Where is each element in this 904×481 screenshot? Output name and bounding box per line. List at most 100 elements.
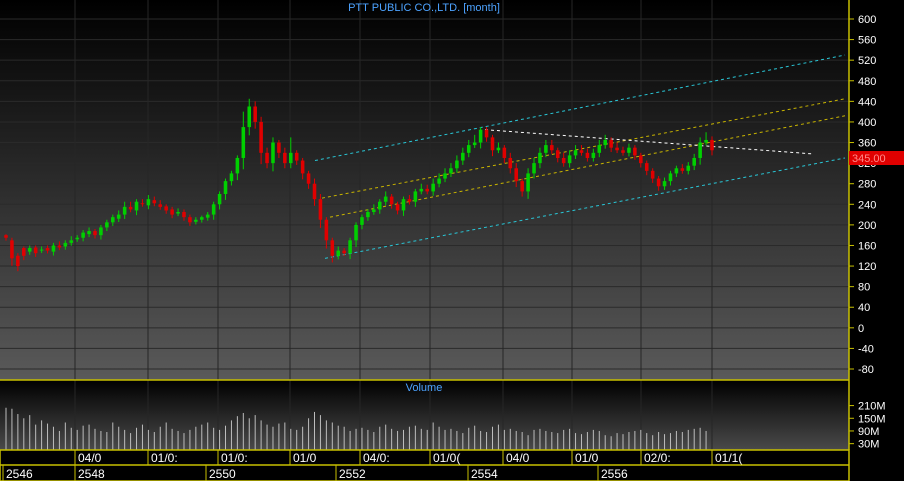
candle-body	[633, 147, 637, 156]
candle-body	[668, 173, 673, 182]
date-tick-label-upper: 04/0:	[363, 451, 390, 465]
candle-body	[253, 106, 257, 122]
candle-body	[330, 240, 335, 256]
candle-body	[111, 217, 115, 223]
candle-body	[229, 173, 234, 182]
candle-body	[105, 222, 109, 228]
price-tick-label: 360	[858, 138, 876, 150]
candle-body	[288, 152, 293, 164]
candle-body	[472, 142, 477, 146]
price-tick-label: 0	[858, 323, 864, 335]
candle-body	[4, 235, 8, 238]
date-tick-label-upper: 04/0	[506, 451, 530, 465]
candle-body	[188, 217, 192, 223]
candle-body	[656, 178, 661, 187]
candle-body	[496, 147, 501, 151]
date-tick-label-upper: 01/0:	[221, 451, 248, 465]
candle-body	[16, 255, 20, 267]
candle-body	[650, 170, 655, 179]
date-tick-label-upper: 01/0:	[151, 451, 178, 465]
candle-body	[93, 231, 97, 236]
candle-body	[490, 137, 495, 151]
volume-tick-label: 150M	[858, 413, 886, 425]
candle-body	[478, 129, 483, 143]
candle-body	[336, 250, 341, 256]
date-tick-label-upper: 01/0	[575, 451, 599, 465]
candle-body	[538, 152, 542, 164]
price-tick-label: 600	[858, 14, 876, 26]
candle-body	[360, 217, 364, 225]
candle-body	[704, 139, 708, 143]
candle-body	[152, 200, 157, 204]
year-tick-label: 2556	[601, 467, 628, 481]
candle-body	[502, 147, 507, 158]
candle-body	[526, 173, 530, 192]
candle-body	[437, 178, 441, 184]
candle-body	[176, 212, 180, 214]
candle-body	[680, 168, 685, 171]
volume-tick-label: 210M	[858, 401, 886, 413]
candle-body	[10, 240, 14, 259]
chart-title: PTT PUBLIC CO.,LTD. [month]	[348, 2, 500, 14]
candle-body	[366, 212, 370, 218]
candle-body	[431, 183, 435, 192]
candle-body	[241, 127, 246, 158]
candle-body	[283, 152, 287, 164]
candle-body	[692, 157, 696, 166]
candle-body	[182, 212, 186, 218]
candle-body	[627, 147, 631, 153]
candle-body	[567, 155, 572, 164]
candle-body	[585, 152, 590, 158]
candle-body	[200, 217, 204, 220]
candle-body	[698, 142, 702, 158]
candle-body	[609, 139, 613, 148]
candle-body	[306, 173, 311, 184]
candle-body	[573, 150, 578, 156]
date-tick-label-upper: 01/0	[293, 451, 317, 465]
candle-body	[484, 129, 489, 138]
date-tick-label-upper: 04/0	[78, 451, 102, 465]
candle-body	[87, 231, 91, 235]
candle-body	[395, 204, 400, 211]
candle-body	[45, 248, 50, 251]
candle-body	[164, 206, 168, 211]
price-tick-label: -40	[858, 343, 874, 355]
candle-body	[57, 245, 62, 248]
candle-body	[407, 199, 412, 202]
candle-body	[128, 206, 133, 210]
candle-body	[710, 139, 714, 151]
candle-body	[39, 249, 44, 251]
candle-body	[33, 247, 38, 254]
candle-body	[443, 173, 447, 179]
candle-body	[561, 157, 566, 164]
candle-body	[217, 194, 222, 205]
candle-body	[377, 201, 382, 210]
chart-canvas: PTT PUBLIC CO.,LTD. [month] Volume 600 56…	[0, 0, 904, 481]
price-tick-label: 440	[858, 96, 876, 108]
candle-body	[140, 203, 145, 205]
price-tick-label: 240	[858, 199, 876, 211]
candle-body	[579, 150, 584, 153]
candle-body	[389, 196, 394, 205]
candle-body	[686, 165, 691, 171]
price-tick-label: 560	[858, 35, 876, 47]
year-tick-label: 2550	[209, 467, 236, 481]
volume-tick-label: 30M	[858, 439, 879, 451]
candle-body	[413, 191, 418, 202]
candle-body	[300, 160, 305, 174]
price-tick-label: 40	[858, 302, 870, 314]
last-price-label: 345.00	[852, 153, 886, 165]
candle-body	[591, 152, 596, 158]
year-tick-label: 2552	[339, 467, 366, 481]
candle-body	[265, 152, 269, 164]
candle-body	[544, 145, 548, 153]
candle-body	[639, 155, 643, 164]
candle-body	[294, 152, 299, 161]
candle-body	[455, 160, 459, 169]
candle-body	[63, 242, 68, 247]
candle-body	[99, 227, 103, 236]
last-price-marker: 345.00	[849, 151, 904, 165]
candle-body	[324, 219, 329, 241]
candle-body	[383, 196, 388, 202]
price-tick-label: 80	[858, 282, 870, 294]
